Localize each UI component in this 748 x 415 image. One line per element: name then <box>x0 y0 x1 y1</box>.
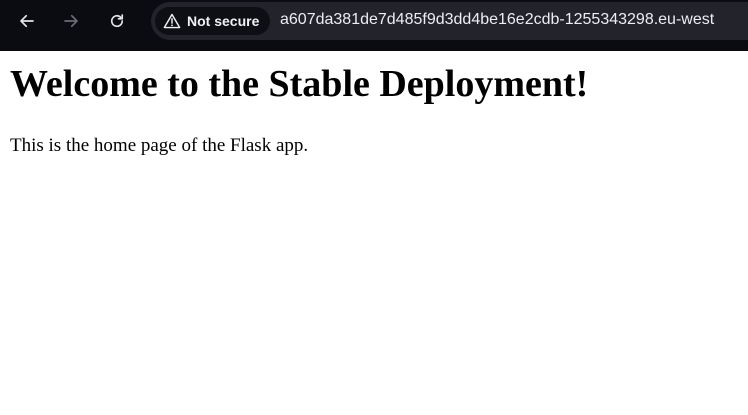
forward-button[interactable] <box>55 5 87 37</box>
security-indicator-chip[interactable]: Not secure <box>155 7 270 35</box>
page-content: Welcome to the Stable Deployment! This i… <box>0 51 748 415</box>
warning-triangle-icon <box>163 13 181 29</box>
page-heading: Welcome to the Stable Deployment! <box>10 63 589 105</box>
page-paragraph: This is the home page of the Flask app. <box>10 135 309 156</box>
forward-arrow-icon <box>64 14 78 28</box>
url-text[interactable]: a607da381de7d485f9d3dd4be16e2cdb-1255343… <box>280 11 714 29</box>
browser-toolbar: Not secure a607da381de7d485f9d3dd4be16e2… <box>0 0 748 51</box>
back-arrow-icon <box>20 14 34 28</box>
reload-button[interactable] <box>101 5 133 37</box>
back-button[interactable] <box>11 5 43 37</box>
reload-icon <box>110 14 124 28</box>
security-label: Not secure <box>187 13 260 29</box>
